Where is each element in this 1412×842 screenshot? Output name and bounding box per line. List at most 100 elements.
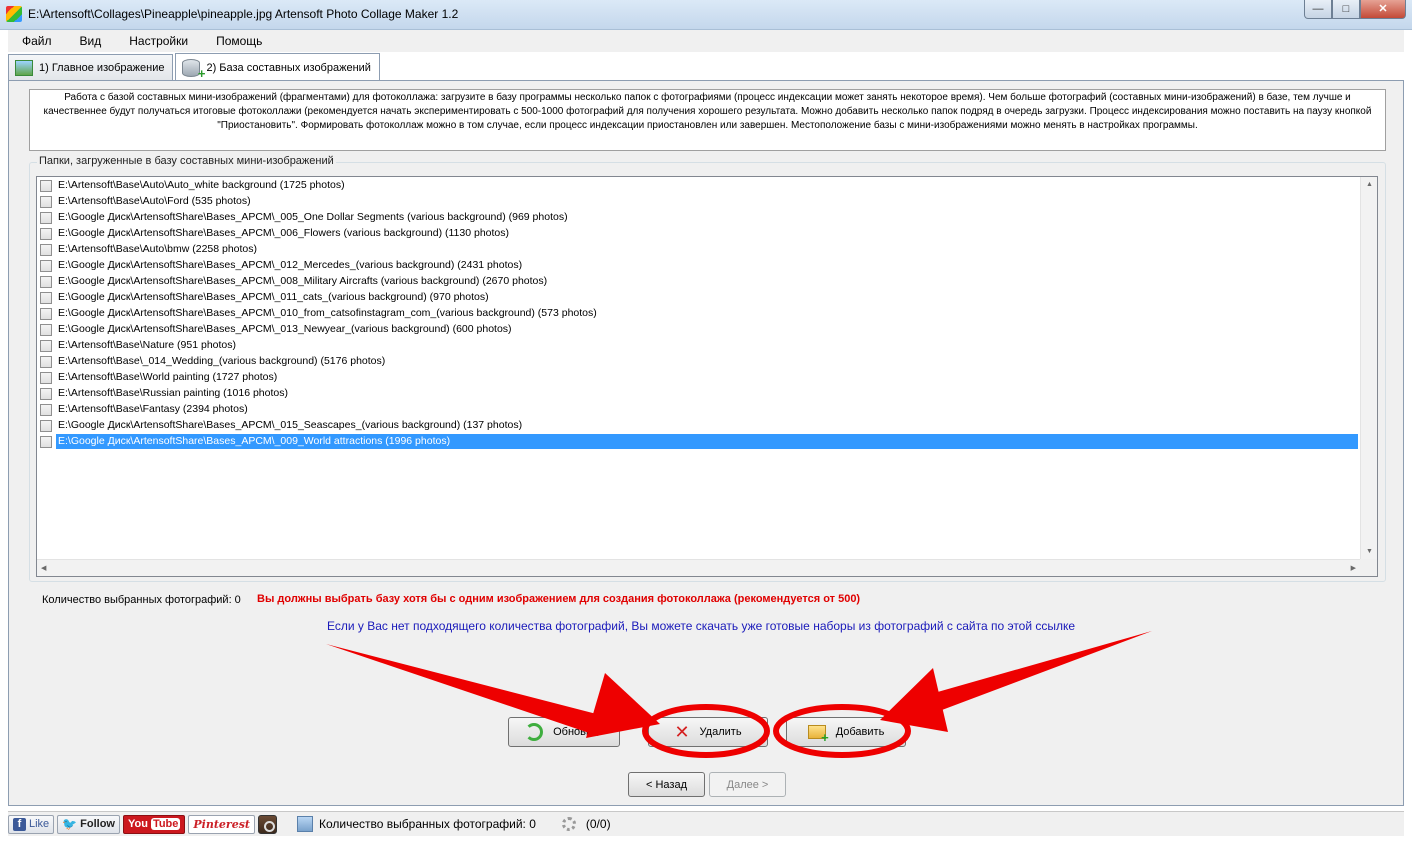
folder-path: E:\Artensoft\Base\Nature (951 photos) — [58, 339, 237, 351]
youtube-tube: Tube — [150, 818, 181, 830]
instagram-icon[interactable] — [258, 814, 278, 834]
list-item[interactable]: E:\Artensoft\Base\Auto\bmw (2258 photos) — [40, 242, 1358, 257]
folder-checkbox[interactable] — [40, 195, 52, 208]
folder-checkbox[interactable] — [40, 291, 52, 304]
folder-checkbox[interactable] — [40, 435, 52, 448]
pinterest-button[interactable]: Pinterest — [188, 814, 256, 834]
list-item[interactable]: E:\Google Диск\ArtensoftShare\Bases_APCM… — [40, 434, 1358, 449]
folder-checkbox[interactable] — [40, 275, 52, 288]
vertical-scrollbar[interactable]: ▲ ▼ — [1360, 177, 1377, 560]
folder-path: E:\Artensoft\Base\Fantasy (2394 photos) — [58, 403, 248, 415]
menu-file[interactable]: Файл — [8, 30, 66, 52]
tab-panel: Работа с базой составных мини-изображени… — [8, 80, 1404, 806]
folder-checkbox[interactable] — [40, 371, 52, 384]
list-item[interactable]: E:\Google Диск\ArtensoftShare\Bases_APCM… — [40, 418, 1358, 433]
menu-help[interactable]: Помощь — [202, 30, 276, 52]
list-item[interactable]: E:\Artensoft\Base\Nature (951 photos) — [40, 338, 1358, 353]
tab-image-database[interactable]: 2) База составных изображений — [175, 53, 380, 81]
folder-checkbox[interactable] — [40, 307, 52, 320]
folder-path: E:\Google Диск\ArtensoftShare\Bases_APCM… — [58, 291, 489, 303]
list-item[interactable]: E:\Google Диск\ArtensoftShare\Bases_APCM… — [40, 226, 1358, 241]
tab-main-image[interactable]: 1) Главное изображение — [8, 54, 174, 80]
folder-path: E:\Artensoft\Base\World painting (1727 p… — [58, 371, 278, 383]
folder-checkbox[interactable] — [40, 419, 52, 432]
facebook-icon: f — [13, 817, 26, 831]
folder-checkbox[interactable] — [40, 211, 52, 224]
list-item[interactable]: E:\Artensoft\Base\_014_Wedding_(various … — [40, 354, 1358, 369]
folder-path: E:\Google Диск\ArtensoftShare\Bases_APCM… — [58, 419, 523, 431]
tab-strip: 1) Главное изображение 2) База составных… — [8, 52, 382, 81]
delete-x-icon: ✕ — [674, 722, 690, 742]
list-item[interactable]: E:\Artensoft\Base\Auto\Ford (535 photos) — [40, 194, 1358, 209]
status-bar: f Like 🐦 Follow You Tube Pinterest Колич… — [8, 811, 1404, 836]
folder-path: E:\Artensoft\Base\Auto\Auto_white backgr… — [58, 179, 345, 191]
close-button[interactable]: ✕ — [1360, 0, 1406, 19]
folder-path: E:\Artensoft\Base\Auto\bmw (2258 photos) — [58, 243, 258, 255]
folder-checkbox[interactable] — [40, 227, 52, 240]
scroll-corner — [1360, 559, 1377, 576]
menu-bar: Файл Вид Настройки Помощь — [8, 30, 1404, 52]
folders-list[interactable]: E:\Artensoft\Base\Auto\Auto_white backgr… — [36, 176, 1378, 577]
folder-path: E:\Artensoft\Base\_014_Wedding_(various … — [58, 355, 386, 367]
twitter-label: Follow — [80, 818, 115, 830]
minimize-button[interactable]: — — [1304, 0, 1332, 19]
youtube-button[interactable]: You Tube — [122, 814, 186, 834]
delete-label: Удалить — [699, 726, 742, 738]
refresh-button[interactable]: Обновить — [508, 717, 620, 747]
scroll-down-icon[interactable]: ▼ — [1366, 547, 1373, 557]
tab-main-image-label: 1) Главное изображение — [39, 61, 165, 74]
list-item[interactable]: E:\Google Диск\ArtensoftShare\Bases_APCM… — [40, 306, 1358, 321]
refresh-label: Обновить — [553, 726, 603, 738]
folder-checkbox[interactable] — [40, 259, 52, 272]
folder-path: E:\Google Диск\ArtensoftShare\Bases_APCM… — [58, 227, 510, 239]
folder-path: E:\Google Диск\ArtensoftShare\Bases_APCM… — [58, 275, 548, 287]
facebook-like-button[interactable]: f Like — [8, 814, 55, 834]
next-button[interactable]: Далее > — [709, 772, 786, 797]
folder-path: E:\Google Диск\ArtensoftShare\Bases_APCM… — [56, 434, 1358, 449]
folder-checkbox[interactable] — [40, 323, 52, 336]
folder-path: E:\Google Диск\ArtensoftShare\Bases_APCM… — [58, 323, 512, 335]
list-item[interactable]: E:\Google Диск\ArtensoftShare\Bases_APCM… — [40, 258, 1358, 273]
list-item[interactable]: E:\Google Диск\ArtensoftShare\Bases_APCM… — [40, 322, 1358, 337]
status-progress: (0/0) — [585, 817, 611, 831]
list-item[interactable]: E:\Artensoft\Base\Russian painting (1016… — [40, 386, 1358, 401]
youtube-you: You — [127, 818, 148, 830]
window-controls: — □ ✕ — [1304, 0, 1406, 20]
folder-checkbox[interactable] — [40, 179, 52, 192]
list-item[interactable]: E:\Artensoft\Base\Auto\Auto_white backgr… — [40, 178, 1358, 193]
twitter-follow-button[interactable]: 🐦 Follow — [57, 814, 120, 834]
menu-view[interactable]: Вид — [66, 30, 116, 52]
photos-icon — [297, 816, 314, 832]
folder-checkbox[interactable] — [40, 243, 52, 256]
app-icon — [6, 6, 22, 22]
loading-spinner-icon — [561, 817, 576, 831]
info-text: Работа с базой составных мини-изображени… — [29, 89, 1386, 151]
scroll-left-icon[interactable]: ◀ — [41, 564, 46, 574]
folder-checkbox[interactable] — [40, 339, 52, 352]
maximize-button[interactable]: □ — [1332, 0, 1360, 19]
menu-settings[interactable]: Настройки — [115, 30, 202, 52]
download-sets-link[interactable]: Если у Вас нет подходящего количества фо… — [327, 619, 1075, 633]
horizontal-scrollbar[interactable]: ◀ ▶ — [37, 559, 1360, 576]
folder-checkbox[interactable] — [40, 355, 52, 368]
folder-checkbox[interactable] — [40, 387, 52, 400]
folder-path: E:\Google Диск\ArtensoftShare\Bases_APCM… — [58, 307, 597, 319]
tab-image-database-label: 2) База составных изображений — [206, 61, 371, 74]
scroll-right-icon[interactable]: ▶ — [1351, 564, 1356, 574]
back-button[interactable]: < Назад — [628, 772, 705, 797]
folder-path: E:\Artensoft\Base\Auto\Ford (535 photos) — [58, 195, 251, 207]
delete-button[interactable]: ✕ Удалить — [648, 717, 768, 747]
list-item[interactable]: E:\Artensoft\Base\World painting (1727 p… — [40, 370, 1358, 385]
warning-message: Вы должны выбрать базу хотя бы с одним и… — [257, 593, 861, 605]
folder-checkbox[interactable] — [40, 403, 52, 416]
add-button[interactable]: Добавить — [786, 717, 906, 747]
list-item[interactable]: E:\Google Диск\ArtensoftShare\Bases_APCM… — [40, 274, 1358, 289]
window-title: E:\Artensoft\Collages\Pineapple\pineappl… — [28, 7, 459, 21]
list-item[interactable]: E:\Google Диск\ArtensoftShare\Bases_APCM… — [40, 210, 1358, 225]
folders-group-label: Папки, загруженные в базу составных мини… — [37, 155, 336, 167]
list-item[interactable]: E:\Artensoft\Base\Fantasy (2394 photos) — [40, 402, 1358, 417]
list-item[interactable]: E:\Google Диск\ArtensoftShare\Bases_APCM… — [40, 290, 1358, 305]
scroll-up-icon[interactable]: ▲ — [1366, 180, 1373, 190]
selected-photos-count: Количество выбранных фотографий: 0 — [42, 594, 241, 606]
status-photos-count: Количество выбранных фотографий: 0 — [319, 817, 536, 831]
